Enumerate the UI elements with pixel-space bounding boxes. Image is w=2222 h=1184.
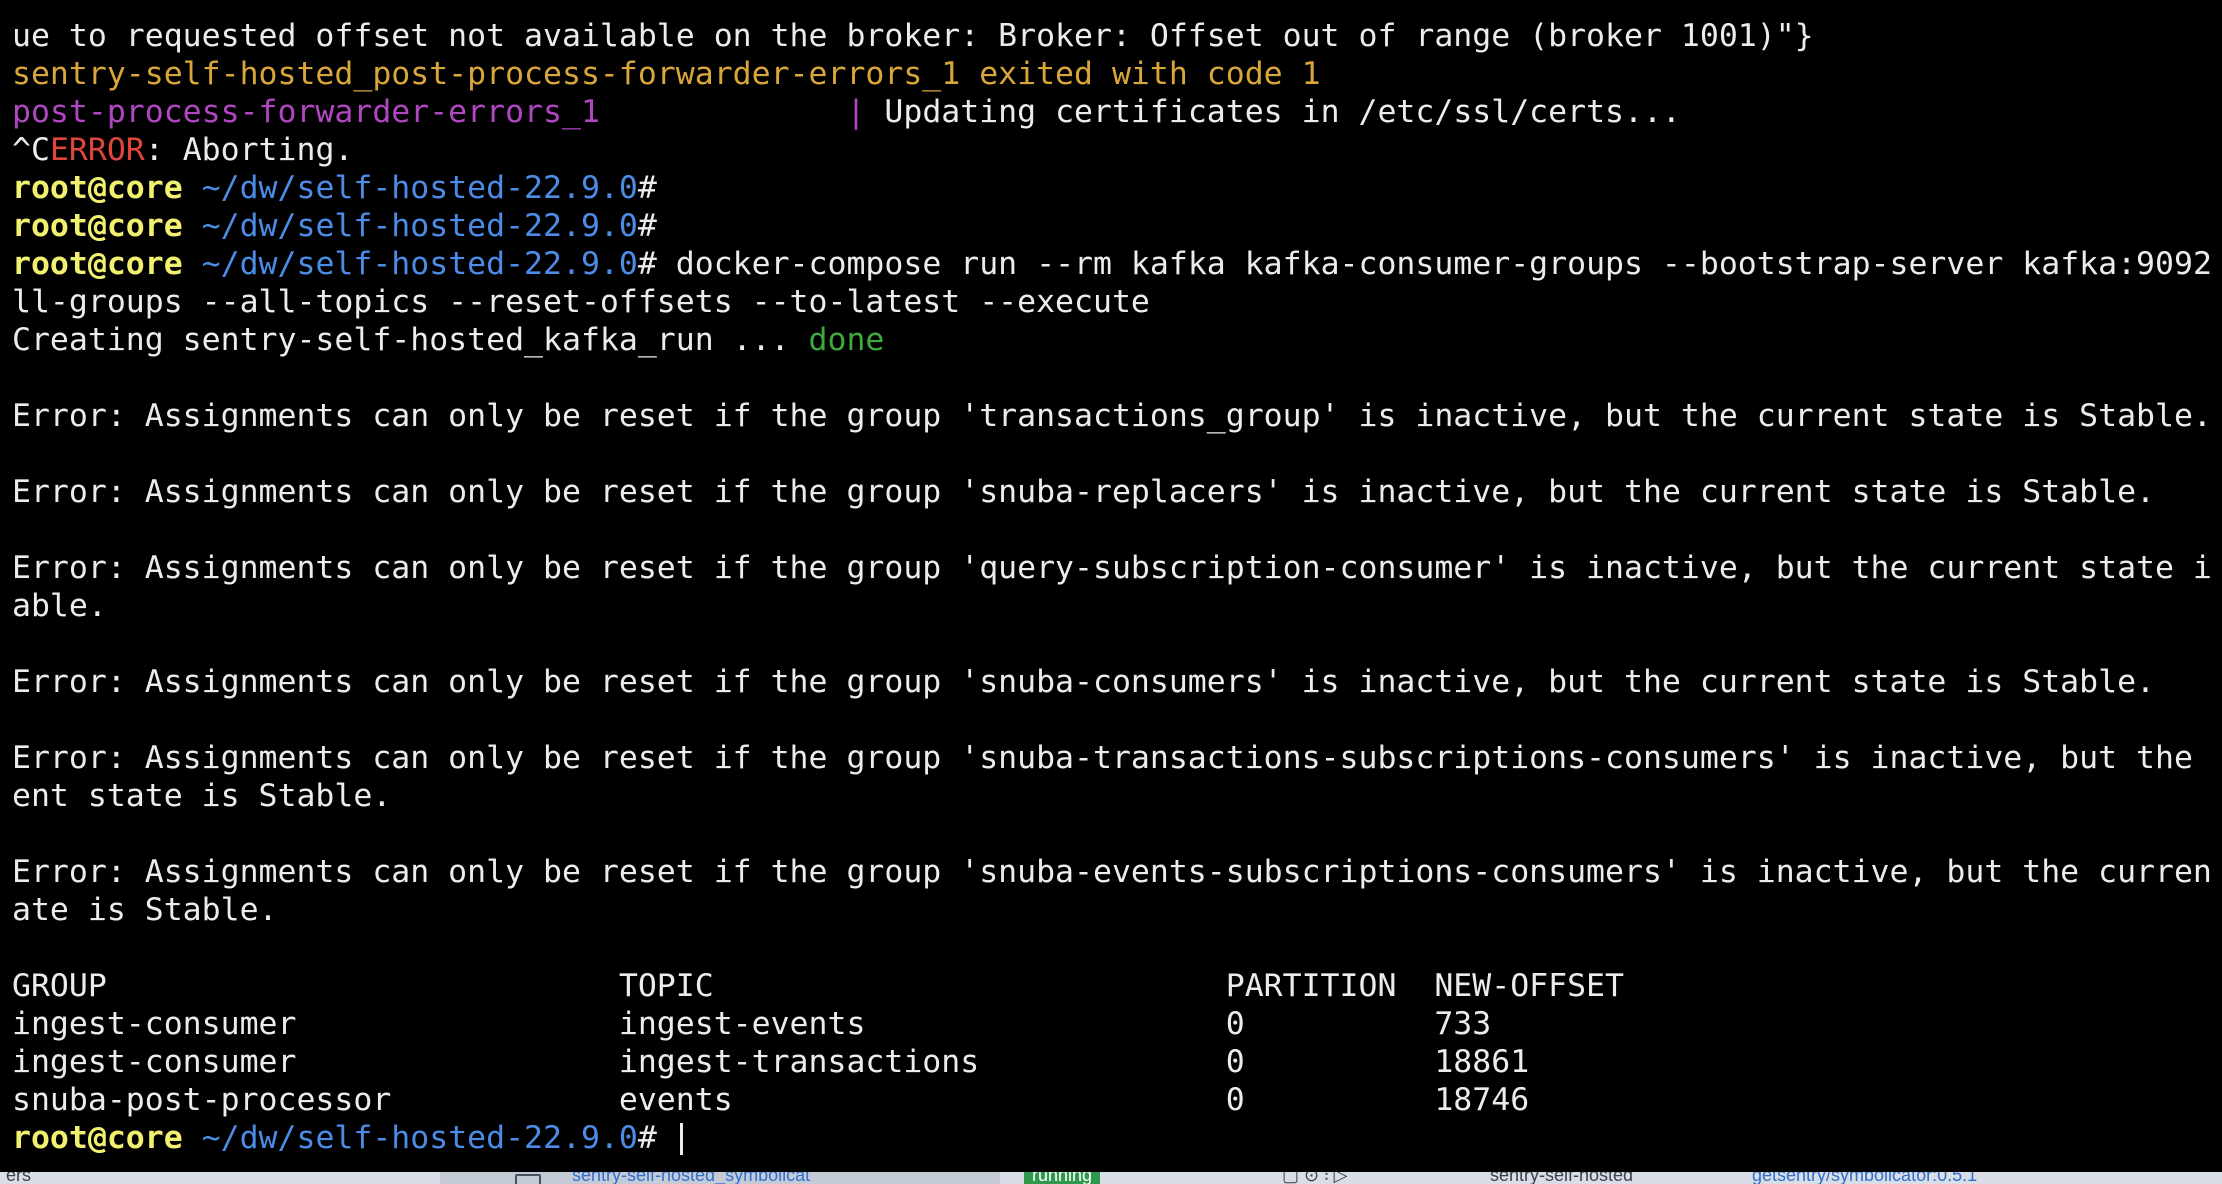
status-badge: running <box>1024 1172 1101 1184</box>
terminal-text-segment: Creating sentry-self-hosted_kafka_run ..… <box>12 322 809 358</box>
terminal-text-segment: ^C <box>12 132 50 168</box>
terminal-line: GROUP TOPIC PARTITION NEW-OFFSET <box>12 967 2212 1005</box>
terminal-line: Error: Assignments can only be reset if … <box>12 397 2212 435</box>
terminal-line: sentry-self-hosted_post-process-forwarde… <box>12 55 2212 93</box>
terminal-line: ^CERROR: Aborting. <box>12 131 2212 169</box>
container-list-strip: ers sentry-self-hosted_symbolicat runnin… <box>0 1172 2222 1184</box>
taskbar-left-label: ers <box>6 1172 32 1184</box>
terminal-prompt-line[interactable]: root@core ~/dw/self-hosted-22.9.0# <box>12 1119 2212 1157</box>
container-name-2: sentry-self-hosted <box>1490 1172 1634 1184</box>
terminal-line: snuba-post-processor events 0 18746 <box>12 1081 2212 1119</box>
terminal-text-segment: Error: Assignments can only be reset if … <box>12 550 2212 586</box>
terminal-text-segment: done <box>808 322 885 358</box>
terminal-text-segment: root@core <box>12 246 183 282</box>
terminal-line: ingest-consumer ingest-transactions 0 18… <box>12 1043 2212 1081</box>
terminal-line: Error: Assignments can only be reset if … <box>12 549 2212 587</box>
terminal-text-segment: ~/dw/self-hosted-22.9.0 <box>182 208 638 244</box>
terminal-text-segment: post-process-forwarder-errors_1 <box>12 94 847 130</box>
action-icons[interactable]: ▢ ⊙ ⫶ ▷ <box>1282 1172 1347 1184</box>
terminal-line: post-process-forwarder-errors_1 | Updati… <box>12 93 2212 131</box>
terminal-text-segment: ~/dw/self-hosted-22.9.0 <box>182 170 638 206</box>
terminal-line: ent state is Stable. <box>12 777 2212 815</box>
terminal-line: Error: Assignments can only be reset if … <box>12 473 2212 511</box>
prompt-path: ~/dw/self-hosted-22.9.0 <box>182 1120 638 1156</box>
terminal-line: ll-groups --all-topics --reset-offsets -… <box>12 283 2212 321</box>
terminal-text-segment: ingest-consumer ingest-transactions 0 18… <box>12 1044 1530 1080</box>
terminal-line: Error: Assignments can only be reset if … <box>12 853 2212 891</box>
terminal-text-segment: # <box>637 170 657 206</box>
terminal-line: ingest-consumer ingest-events 0 733 <box>12 1005 2212 1043</box>
terminal-line: Error: Assignments can only be reset if … <box>12 739 2212 777</box>
terminal-text-segment: able. <box>12 588 107 624</box>
terminal-line: root@core ~/dw/self-hosted-22.9.0# <box>12 207 2212 245</box>
terminal-line: ate is Stable. <box>12 891 2212 929</box>
terminal-line: able. <box>12 587 2212 625</box>
container-name-link[interactable]: sentry-self-hosted_symbolicat <box>572 1172 810 1184</box>
text-cursor <box>679 1123 683 1155</box>
terminal-text-segment: : Aborting. <box>144 132 354 168</box>
terminal-text-segment: Error: Assignments can only be reset if … <box>12 474 2155 510</box>
terminal-text-segment: Error: Assignments can only be reset if … <box>12 854 2212 890</box>
checkbox-icon[interactable] <box>515 1174 541 1184</box>
terminal-text-segment: ~/dw/self-hosted-22.9.0 <box>182 246 638 282</box>
terminal-text-segment: root@core <box>12 208 183 244</box>
terminal-text-segment: ERROR <box>49 132 145 168</box>
terminal-text-segment: ent state is Stable. <box>12 778 392 814</box>
terminal-text-segment: ingest-consumer ingest-events 0 733 <box>12 1006 1492 1042</box>
terminal-text-segment: snuba-post-processor events 0 18746 <box>12 1082 1530 1118</box>
prompt-symbol: # <box>637 1120 676 1156</box>
terminal-line: ue to requested offset not available on … <box>12 17 2212 55</box>
terminal-line: Error: Assignments can only be reset if … <box>12 663 2212 701</box>
terminal-text-segment: ll-groups --all-topics --reset-offsets -… <box>12 284 1150 320</box>
terminal-text-segment: # <box>637 208 657 244</box>
terminal-line: root@core ~/dw/self-hosted-22.9.0# docke… <box>12 245 2212 283</box>
terminal-window[interactable]: ue to requested offset not available on … <box>0 0 2222 1172</box>
terminal-text-segment: Error: Assignments can only be reset if … <box>12 740 2212 776</box>
terminal-text-segment: root@core <box>12 170 183 206</box>
terminal-text-segment: sentry-self-hosted_post-process-forwarde… <box>12 56 1321 92</box>
terminal-text-segment: Error: Assignments can only be reset if … <box>12 664 2155 700</box>
terminal-text-segment: ate is Stable. <box>12 892 278 928</box>
terminal-line: root@core ~/dw/self-hosted-22.9.0# <box>12 169 2212 207</box>
terminal-text-segment: GROUP TOPIC PARTITION NEW-OFFSET <box>12 968 1624 1004</box>
terminal-line: Creating sentry-self-hosted_kafka_run ..… <box>12 321 2212 359</box>
terminal-output: ue to requested offset not available on … <box>12 17 2212 1157</box>
terminal-text-segment: # docker-compose run --rm kafka kafka-co… <box>637 246 2212 282</box>
prompt-user: root@core <box>12 1120 183 1156</box>
terminal-text-segment: ue to requested offset not available on … <box>12 18 1814 54</box>
terminal-text-segment: Updating certificates in /etc/ssl/certs.… <box>865 94 1681 130</box>
terminal-text-segment: Error: Assignments can only be reset if … <box>12 398 2212 434</box>
image-link[interactable]: getsentry/symbolicator:0.5.1 <box>1752 1172 1977 1184</box>
terminal-text-segment: | <box>846 94 866 130</box>
